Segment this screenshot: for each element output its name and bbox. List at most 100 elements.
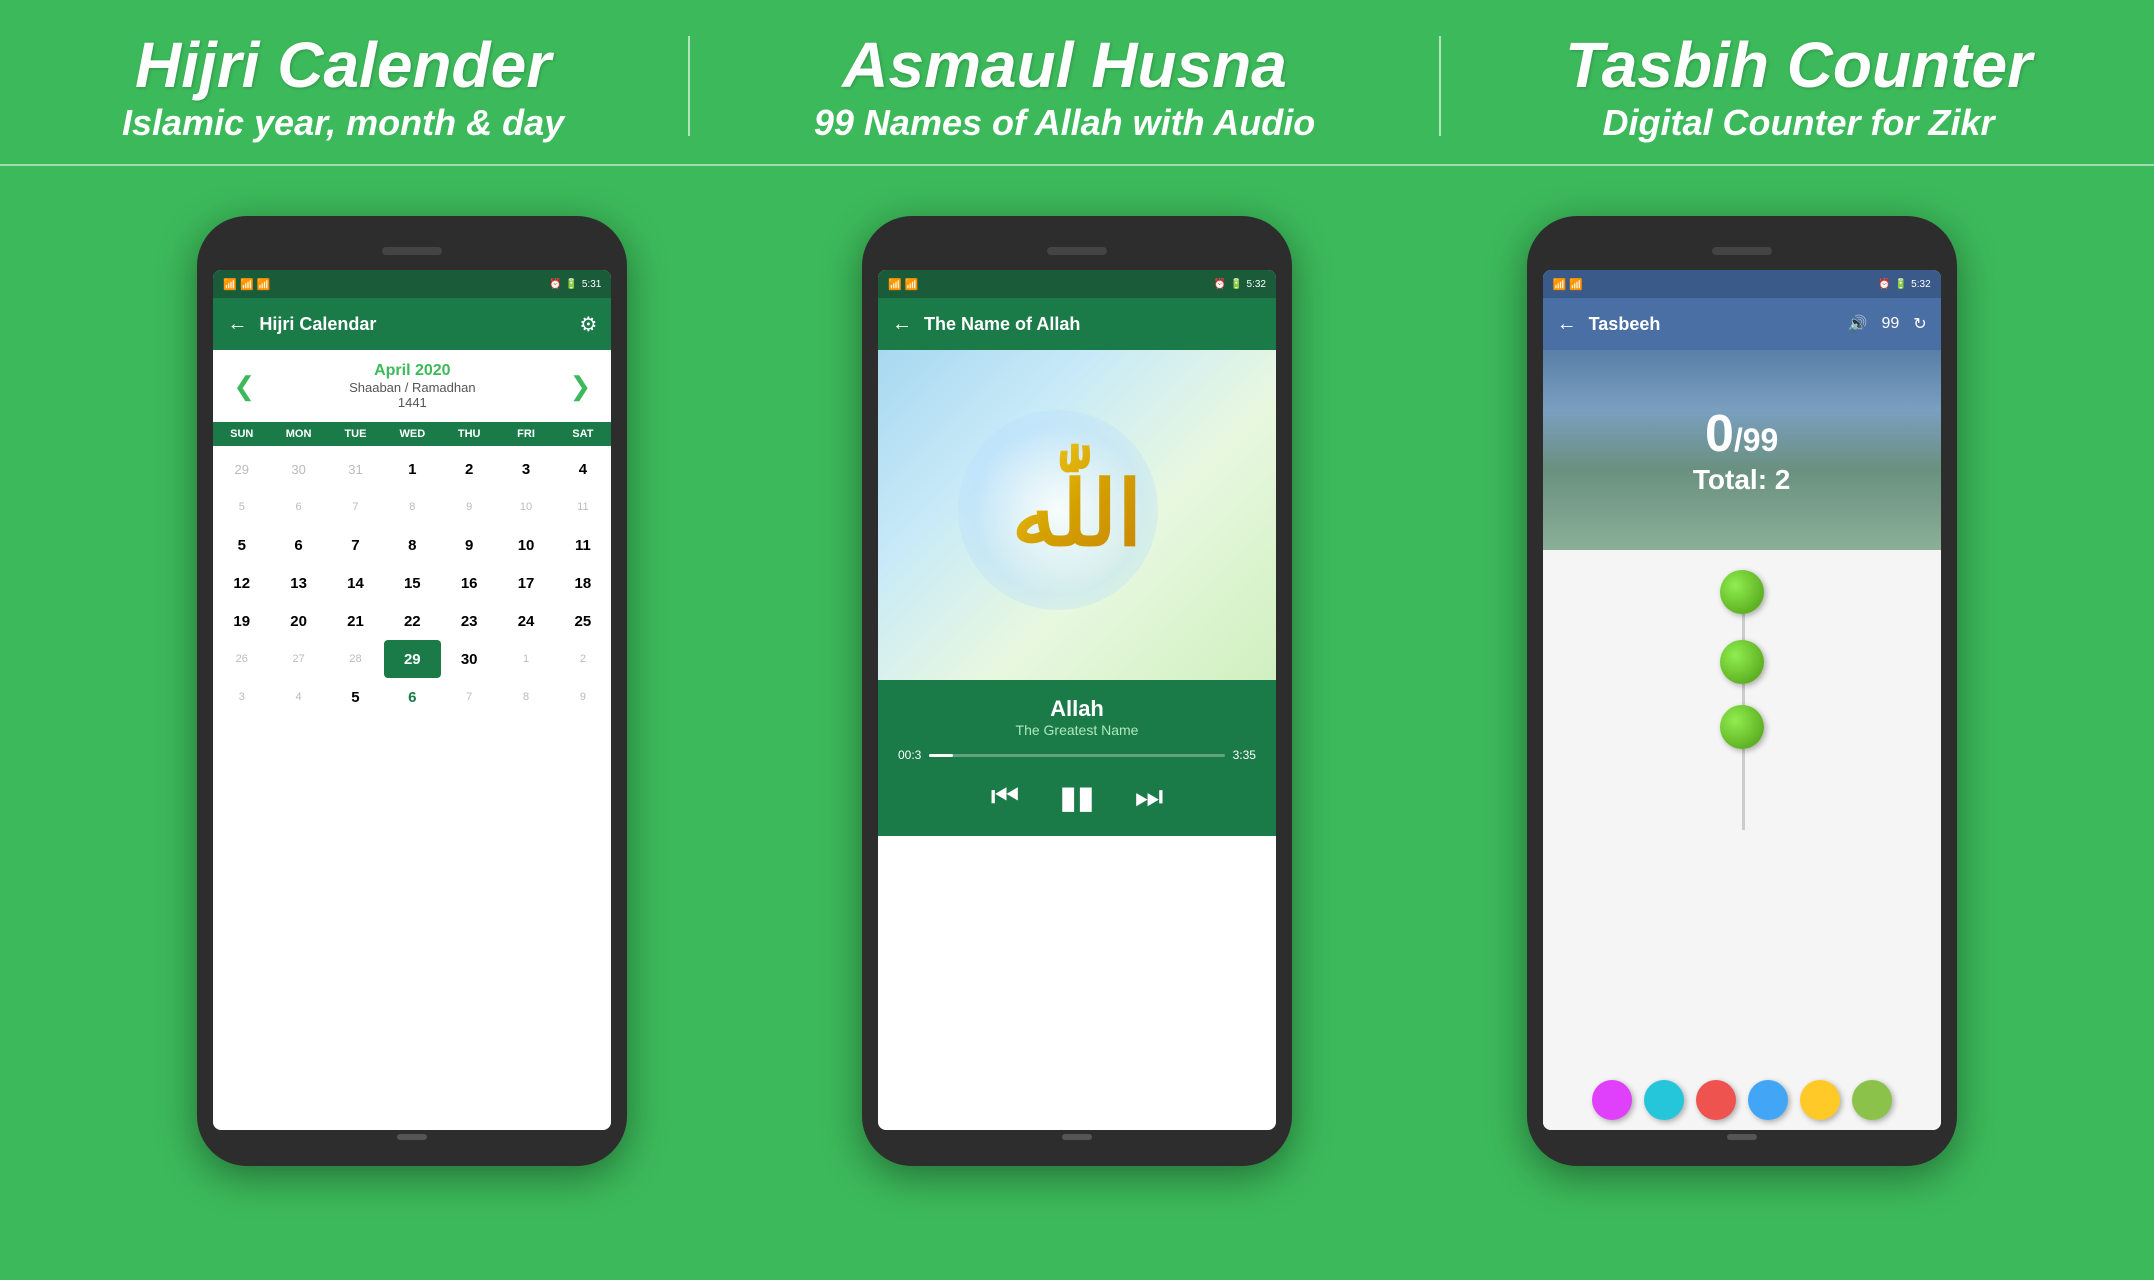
cal-cell[interactable]: 24 bbox=[498, 602, 555, 640]
header-subtitle-asmaul: 99 Names of Allah with Audio bbox=[814, 102, 1315, 144]
cal-cell[interactable]: 11 bbox=[554, 526, 611, 564]
cal-cell[interactable]: 22 bbox=[384, 602, 441, 640]
tasbih-counter-area[interactable]: 0 /99 Total: 2 bbox=[1543, 350, 1941, 550]
color-bead-1[interactable] bbox=[1644, 1080, 1684, 1120]
phone1-appbar-title: Hijri Calendar bbox=[259, 314, 567, 335]
phone2-appbar-title: The Name of Allah bbox=[924, 314, 1080, 335]
refresh-icon[interactable]: ↻ bbox=[1913, 314, 1926, 334]
cal-cell-selected[interactable]: 29 bbox=[384, 640, 441, 678]
cal-cell[interactable]: 2 bbox=[441, 450, 498, 488]
phone1-top-bar bbox=[213, 236, 611, 266]
cal-cell[interactable]: 8 bbox=[384, 526, 441, 564]
cal-cell[interactable]: 6 bbox=[270, 526, 327, 564]
weekday-mon: MON bbox=[270, 428, 327, 440]
calendar-grid: 29 30 31 1 2 3 4 5 6 7 8 9 10 11 5 6 7 8 bbox=[213, 446, 611, 720]
phone1-time: 5:31 bbox=[582, 279, 601, 290]
cal-cell[interactable]: 5 bbox=[213, 526, 270, 564]
phone1-home-button[interactable] bbox=[397, 1134, 427, 1140]
cal-cell[interactable]: 25 bbox=[554, 602, 611, 640]
player-time-total: 3:35 bbox=[1233, 748, 1256, 762]
cal-cell-today[interactable]: 6 bbox=[384, 678, 441, 716]
cal-cell[interactable]: 4 bbox=[554, 450, 611, 488]
cal-cell[interactable]: 21 bbox=[327, 602, 384, 640]
weekday-thu: THU bbox=[441, 428, 498, 440]
color-bead-5[interactable] bbox=[1852, 1080, 1892, 1120]
cal-cell[interactable]: 30 bbox=[441, 640, 498, 678]
phone3-home-button[interactable] bbox=[1727, 1134, 1757, 1140]
cal-cell[interactable]: 12 bbox=[213, 564, 270, 602]
phone3-appbar: ← Tasbeeh 🔊 99 ↻ bbox=[1543, 298, 1941, 350]
cal-cell[interactable]: 13 bbox=[270, 564, 327, 602]
phone3-screen: 📶 📶 ⏰ 🔋 5:32 ← Tasbeeh 🔊 99 ↻ bbox=[1543, 270, 1941, 1130]
signal-icon: 📶 📶 bbox=[888, 278, 918, 291]
phone1-settings-icon[interactable]: ⚙ bbox=[579, 312, 597, 337]
signal-icon: 📶 📶 bbox=[1553, 278, 1583, 291]
tasbih-beads-area[interactable] bbox=[1543, 550, 1941, 1130]
calendar-prev-button[interactable]: ❮ bbox=[233, 371, 255, 402]
cal-cell[interactable]: 23 bbox=[441, 602, 498, 640]
cal-cell: 4 bbox=[270, 678, 327, 716]
phone1-appbar: ← Hijri Calendar ⚙ bbox=[213, 298, 611, 350]
phone2-time: 5:32 bbox=[1247, 279, 1266, 290]
tasbih-color-selector bbox=[1543, 1080, 1941, 1120]
cal-cell: 5 bbox=[213, 488, 270, 526]
calendar-next-button[interactable]: ❯ bbox=[570, 371, 592, 402]
phone3-back-button[interactable]: ← bbox=[1557, 313, 1577, 336]
clock-icon: ⏰ bbox=[1878, 279, 1890, 290]
cal-cell: 10 bbox=[498, 488, 555, 526]
phone3-count-label: 99 bbox=[1881, 315, 1899, 333]
player-progress-bar[interactable] bbox=[929, 754, 1224, 757]
color-bead-4[interactable] bbox=[1800, 1080, 1840, 1120]
color-bead-0[interactable] bbox=[1592, 1080, 1632, 1120]
cal-cell[interactable]: 3 bbox=[498, 450, 555, 488]
player-progress-fill bbox=[929, 754, 953, 757]
player-area: Allah The Greatest Name 00:3 3:35 ⏮ ▮▮ ⏭ bbox=[878, 680, 1276, 836]
cal-cell: 27 bbox=[270, 640, 327, 678]
volume-icon[interactable]: 🔊 bbox=[1848, 314, 1868, 334]
cal-cell[interactable]: 18 bbox=[554, 564, 611, 602]
battery-icon: 🔋 bbox=[1895, 279, 1907, 290]
cal-cell[interactable]: 31 bbox=[327, 450, 384, 488]
cal-cell[interactable]: 17 bbox=[498, 564, 555, 602]
phone3-appbar-right: 🔊 99 ↻ bbox=[1848, 314, 1927, 334]
phones-container: 📶 📶 📶 ⏰ 🔋 5:31 ← Hijri Calendar ⚙ ❮ Apri… bbox=[0, 166, 2154, 1166]
phone-asmaul-husna: 📶 📶 ⏰ 🔋 5:32 ← The Name of Allah اللّٰه bbox=[862, 216, 1292, 1166]
cal-cell[interactable]: 29 bbox=[213, 450, 270, 488]
phone1-speaker bbox=[382, 247, 442, 255]
cal-cell[interactable]: 20 bbox=[270, 602, 327, 640]
phone2-home-button[interactable] bbox=[1062, 1134, 1092, 1140]
cal-cell[interactable]: 7 bbox=[327, 526, 384, 564]
header-section-tasbih: Tasbih Counter Digital Counter for Zikr bbox=[1565, 28, 2032, 144]
phone1-back-button[interactable]: ← bbox=[227, 313, 247, 336]
cal-cell[interactable]: 16 bbox=[441, 564, 498, 602]
phone3-bottom bbox=[1543, 1130, 1941, 1144]
phone2-back-button[interactable]: ← bbox=[892, 313, 912, 336]
tasbih-bead-3 bbox=[1720, 570, 1764, 614]
cal-cell[interactable]: 5 bbox=[327, 678, 384, 716]
tasbih-bead-1 bbox=[1720, 640, 1764, 684]
cal-cell[interactable]: 10 bbox=[498, 526, 555, 564]
header-title-tasbih: Tasbih Counter bbox=[1565, 28, 2032, 102]
cal-cell: 9 bbox=[554, 678, 611, 716]
tasbih-max-count: /99 bbox=[1734, 422, 1778, 459]
phone-tasbih-counter: 📶 📶 ⏰ 🔋 5:32 ← Tasbeeh 🔊 99 ↻ bbox=[1527, 216, 1957, 1166]
cal-cell: 2 bbox=[554, 640, 611, 678]
player-pause-button[interactable]: ▮▮ bbox=[1059, 778, 1094, 816]
cal-cell[interactable]: 15 bbox=[384, 564, 441, 602]
phone-hijri-calendar: 📶 📶 📶 ⏰ 🔋 5:31 ← Hijri Calendar ⚙ ❮ Apri… bbox=[197, 216, 627, 1166]
color-bead-3[interactable] bbox=[1748, 1080, 1788, 1120]
calendar-month-info: April 2020 Shaaban / Ramadhan 1441 bbox=[349, 362, 475, 410]
cal-cell[interactable]: 1 bbox=[384, 450, 441, 488]
header-section-asmaul: Asmaul Husna 99 Names of Allah with Audi… bbox=[814, 28, 1315, 144]
cal-cell[interactable]: 9 bbox=[441, 526, 498, 564]
color-bead-2[interactable] bbox=[1696, 1080, 1736, 1120]
cal-cell[interactable]: 30 bbox=[270, 450, 327, 488]
cal-cell[interactable]: 14 bbox=[327, 564, 384, 602]
player-next-button[interactable]: ⏭ bbox=[1135, 778, 1164, 816]
cal-cell[interactable]: 19 bbox=[213, 602, 270, 640]
cal-cell: 26 bbox=[213, 640, 270, 678]
header-subtitle-calendar: Islamic year, month & day bbox=[122, 102, 564, 144]
phone2-bottom bbox=[878, 1130, 1276, 1144]
player-prev-button[interactable]: ⏮ bbox=[991, 778, 1020, 816]
cal-cell: 9 bbox=[441, 488, 498, 526]
